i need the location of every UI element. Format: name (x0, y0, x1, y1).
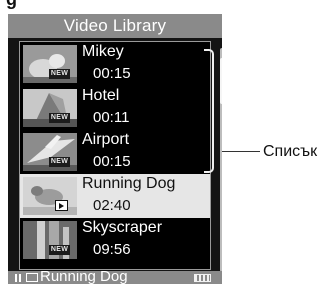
new-badge: NEW (49, 245, 70, 255)
video-duration: 09:56 (93, 241, 131, 258)
device-screen: Video Library NEW Mikey 00:15 NEW Hotel … (8, 14, 222, 284)
battery-icon (194, 274, 211, 282)
video-duration: 00:15 (93, 153, 131, 170)
video-item[interactable]: NEW Mikey 00:15 (20, 42, 210, 86)
page-title: Video Library (8, 14, 222, 38)
callout-leader-line (222, 151, 260, 152)
video-item-selected[interactable]: Running Dog 02:40 (20, 174, 210, 218)
scrollbar-thumb[interactable] (220, 58, 222, 104)
video-title: Airport (82, 131, 130, 148)
video-duration: 02:40 (93, 197, 131, 214)
new-badge: NEW (49, 113, 70, 123)
status-bar: Running Dog (8, 271, 222, 284)
cropped-caption: g (0, 0, 60, 10)
playing-icon (55, 200, 68, 211)
video-title: Hotel (82, 87, 120, 104)
video-item[interactable]: NEW Airport 00:15 (20, 130, 210, 174)
now-playing-title: Running Dog (40, 271, 128, 284)
video-duration: 00:11 (93, 109, 130, 126)
new-badge: NEW (49, 157, 70, 167)
video-item[interactable]: NEW Hotel 00:11 (20, 86, 210, 130)
new-badge: NEW (49, 69, 70, 79)
callout-label: Списък (263, 143, 318, 160)
video-title: Mikey (82, 43, 124, 60)
video-icon (26, 273, 38, 282)
list-bracket (204, 49, 214, 173)
video-title: Skyscraper (82, 219, 163, 236)
video-thumbnail (23, 177, 77, 215)
video-title: Running Dog (82, 175, 176, 192)
video-duration: 00:15 (93, 65, 131, 82)
video-item[interactable]: NEW Skyscraper 09:56 (20, 218, 210, 262)
pause-icon (15, 274, 22, 282)
video-list[interactable]: NEW Mikey 00:15 NEW Hotel 00:11 NEW Airp… (19, 41, 211, 270)
